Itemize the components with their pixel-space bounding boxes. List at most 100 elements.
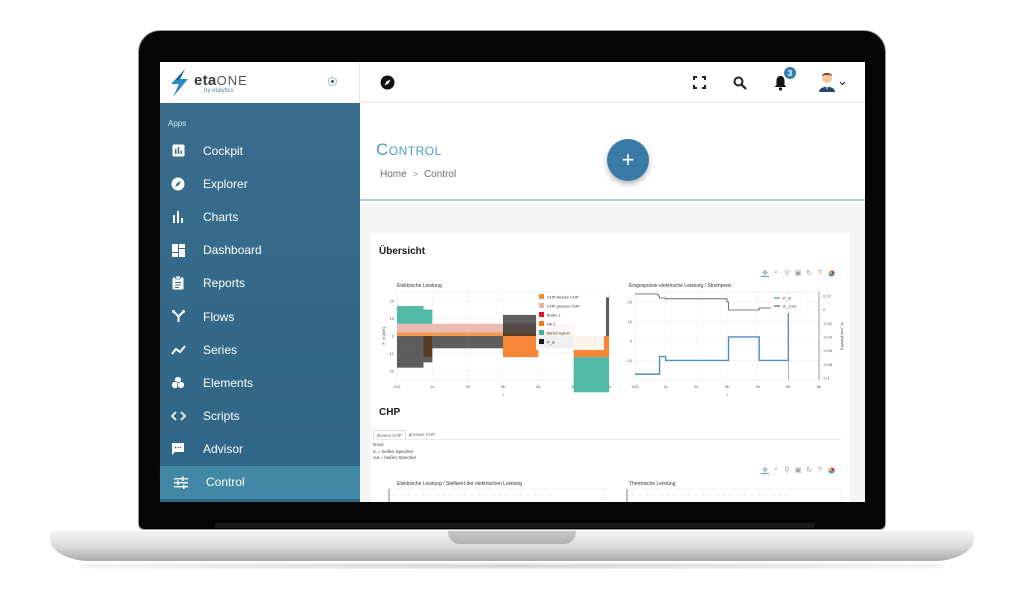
reset-icon[interactable]: ↻: [805, 269, 813, 277]
help-icon[interactable]: ?: [816, 466, 824, 474]
sidebar-item-label: Control: [206, 475, 245, 490]
reset-icon[interactable]: ↻: [805, 466, 813, 474]
legend-swatch: [539, 312, 544, 317]
sidebar-item-label: Series: [203, 342, 238, 357]
area-segment: [397, 306, 424, 324]
breadcrumb-home[interactable]: Home: [380, 169, 407, 180]
wheel-zoom-icon[interactable]: ⚲: [783, 269, 791, 277]
data-point: [541, 494, 543, 496]
sidebar: etaONE by etalytics Apps Cockpit Explore…: [160, 62, 360, 502]
data-point: [758, 494, 760, 496]
add-button[interactable]: +: [607, 139, 649, 181]
chp-thermal-chart[interactable]: P_th: [623, 487, 845, 502]
area-segment: [606, 297, 609, 336]
area-segment: [397, 336, 424, 368]
sidebar-item-flows[interactable]: Flows: [160, 300, 360, 333]
area-segment: [467, 332, 503, 336]
y-tick-label: 20: [628, 299, 633, 304]
chp-electric-chart[interactable]: P_el: [385, 487, 609, 502]
sidebar-item-advisor[interactable]: Advisor: [160, 433, 360, 466]
legend-label: BESS hybrid: [547, 331, 570, 336]
sidebar-item-dashboard[interactable]: Dashboard: [160, 234, 360, 267]
data-point: [464, 494, 466, 496]
data-point: [471, 494, 473, 496]
data-point: [681, 494, 683, 496]
pan-tool-icon[interactable]: ✥: [761, 466, 769, 474]
electric-power-chart[interactable]: 1/211h2h3h4h5h6h20100-10-20P_el [kW]tCHP…: [379, 288, 616, 398]
sidebar-item-series[interactable]: Series: [160, 333, 360, 366]
data-point: [639, 494, 641, 496]
dashboard-icon: [170, 243, 186, 257]
data-point: [548, 494, 550, 496]
chart-toolbar: ✥ ⌕ ⚲ ▣ ↻ ?: [761, 466, 835, 474]
fed-power-price-chart[interactable]: 1/21 1h 2h 3h 4h 5h 6h 20 10 0 -10 0.12 0 -0.02 -0.04 -…: [621, 288, 849, 398]
data-point: [723, 494, 725, 496]
search-icon[interactable]: [731, 74, 748, 91]
chp-title: CHP: [379, 407, 401, 418]
data-point: [786, 494, 788, 496]
data-point: [646, 494, 648, 496]
user-avatar[interactable]: [816, 71, 838, 93]
data-point: [534, 494, 536, 496]
fullscreen-icon[interactable]: [691, 74, 708, 91]
top-bar: 3: [360, 62, 865, 103]
data-point: [485, 494, 487, 496]
area-segment: [423, 309, 433, 324]
bokeh-logo-icon: [827, 269, 835, 277]
box-zoom-icon[interactable]: ⌕: [772, 466, 780, 474]
help-icon[interactable]: ?: [816, 269, 824, 277]
sidebar-item-label: Flows: [203, 309, 235, 324]
pan-tool-icon[interactable]: ✥: [761, 269, 769, 277]
y-axis-label: P_el [kW]: [381, 327, 386, 344]
data-point: [709, 494, 711, 496]
notification-badge: 3: [783, 66, 797, 80]
x-tick-label: 3h: [725, 384, 729, 389]
sidebar-item-cockpit[interactable]: Cockpit: [160, 134, 360, 167]
data-point: [653, 494, 655, 496]
apps-section-label: Apps: [168, 119, 187, 128]
info-line: out = heißer Speicher: [373, 455, 417, 460]
sidebar-item-control[interactable]: Control: [160, 465, 360, 500]
plot-area: [626, 488, 842, 502]
data-point: [674, 494, 676, 496]
laptop-shadow: [80, 563, 944, 569]
y-right-tick-label: 0.12: [823, 294, 832, 299]
data-point: [415, 494, 417, 496]
chevron-down-icon[interactable]: [838, 75, 846, 92]
sidebar-item-scripts[interactable]: Scripts: [160, 400, 360, 433]
chart-toolbar: ✥ ⌕ ⚲ ▣ ↻ ?: [761, 269, 835, 277]
elements-icon: [170, 376, 186, 390]
y-right-tick-label: -0.06: [823, 348, 833, 353]
x-tick-label: 2h: [694, 384, 698, 389]
data-point: [408, 494, 410, 496]
data-point: [688, 494, 690, 496]
legend-swatch: [539, 330, 544, 335]
legend-swatch: [539, 321, 544, 326]
sidebar-item-charts[interactable]: Charts: [160, 200, 360, 233]
box-zoom-icon[interactable]: ⌕: [772, 269, 780, 277]
sidebar-item-elements[interactable]: Elements: [160, 366, 360, 399]
x-tick-label: 1/21: [393, 384, 402, 389]
area-segment: [503, 314, 539, 336]
y-tick-label: -10: [388, 351, 395, 356]
x-tick-label: 4h: [536, 384, 540, 389]
y-right-tick-label: -0.1: [823, 376, 831, 381]
x-tick-label: 3h: [501, 384, 505, 389]
breadcrumb-current: Control: [423, 169, 457, 180]
chp-info: None in = heißer Speicher out = heißer S…: [373, 442, 416, 462]
area-segment: [397, 323, 424, 333]
save-icon[interactable]: ▣: [794, 466, 802, 474]
compass-icon: [170, 177, 186, 191]
data-point: [527, 494, 529, 496]
data-point: [730, 494, 732, 496]
sidebar-toggle-icon[interactable]: [328, 77, 337, 86]
explore-compass-icon[interactable]: [379, 74, 396, 91]
data-point: [436, 494, 438, 496]
data-point: [506, 494, 508, 496]
y-tick-label: 10: [390, 316, 395, 321]
wheel-zoom-icon[interactable]: ⚲: [783, 466, 791, 474]
sidebar-item-reports[interactable]: Reports: [160, 267, 360, 300]
sidebar-item-explorer[interactable]: Explorer: [160, 167, 360, 200]
data-point: [737, 494, 739, 496]
save-icon[interactable]: ▣: [794, 269, 802, 277]
